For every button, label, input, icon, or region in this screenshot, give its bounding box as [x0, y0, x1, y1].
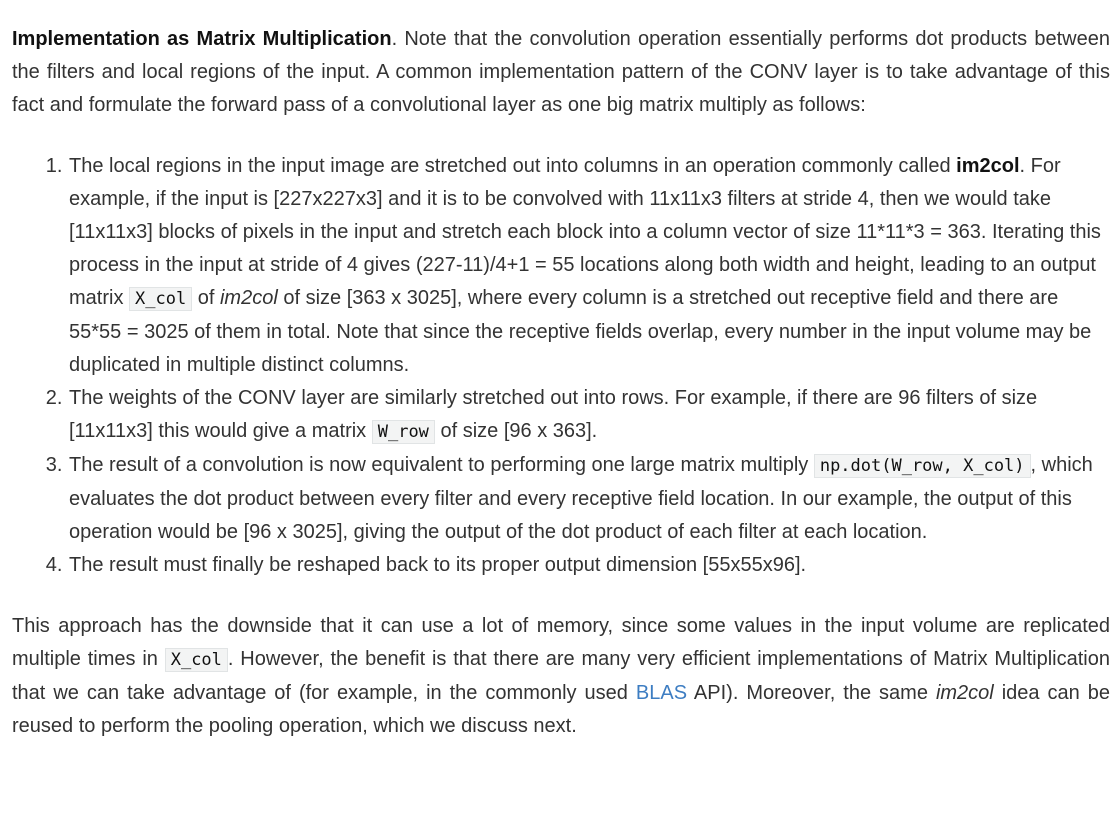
list-item: The result of a convolution is now equiv…: [68, 449, 1110, 549]
emphasis: im2col: [935, 682, 994, 704]
inline-code: X_col: [164, 648, 228, 672]
inline-code: np.dot(W_row, X_col): [813, 454, 1031, 478]
steps-list: The local regions in the input image are…: [12, 150, 1110, 582]
inline-code: X_col: [129, 287, 193, 311]
blas-link[interactable]: BLAS: [636, 682, 687, 704]
list-item: The weights of the CONV layer are simila…: [68, 382, 1110, 449]
inline-code: W_row: [371, 420, 435, 444]
emphasis: im2col: [219, 287, 278, 309]
list-item: The local regions in the input image are…: [68, 150, 1110, 382]
document-page: Implementation as Matrix Multiplication.…: [12, 23, 1110, 743]
outro-paragraph: This approach has the downside that it c…: [12, 615, 1110, 737]
section-heading: Implementation as Matrix Multiplication: [12, 28, 392, 50]
term-im2col: im2col: [956, 155, 1020, 177]
intro-paragraph: Implementation as Matrix Multiplication.…: [12, 23, 1110, 122]
list-item: The result must finally be reshaped back…: [68, 549, 1110, 582]
